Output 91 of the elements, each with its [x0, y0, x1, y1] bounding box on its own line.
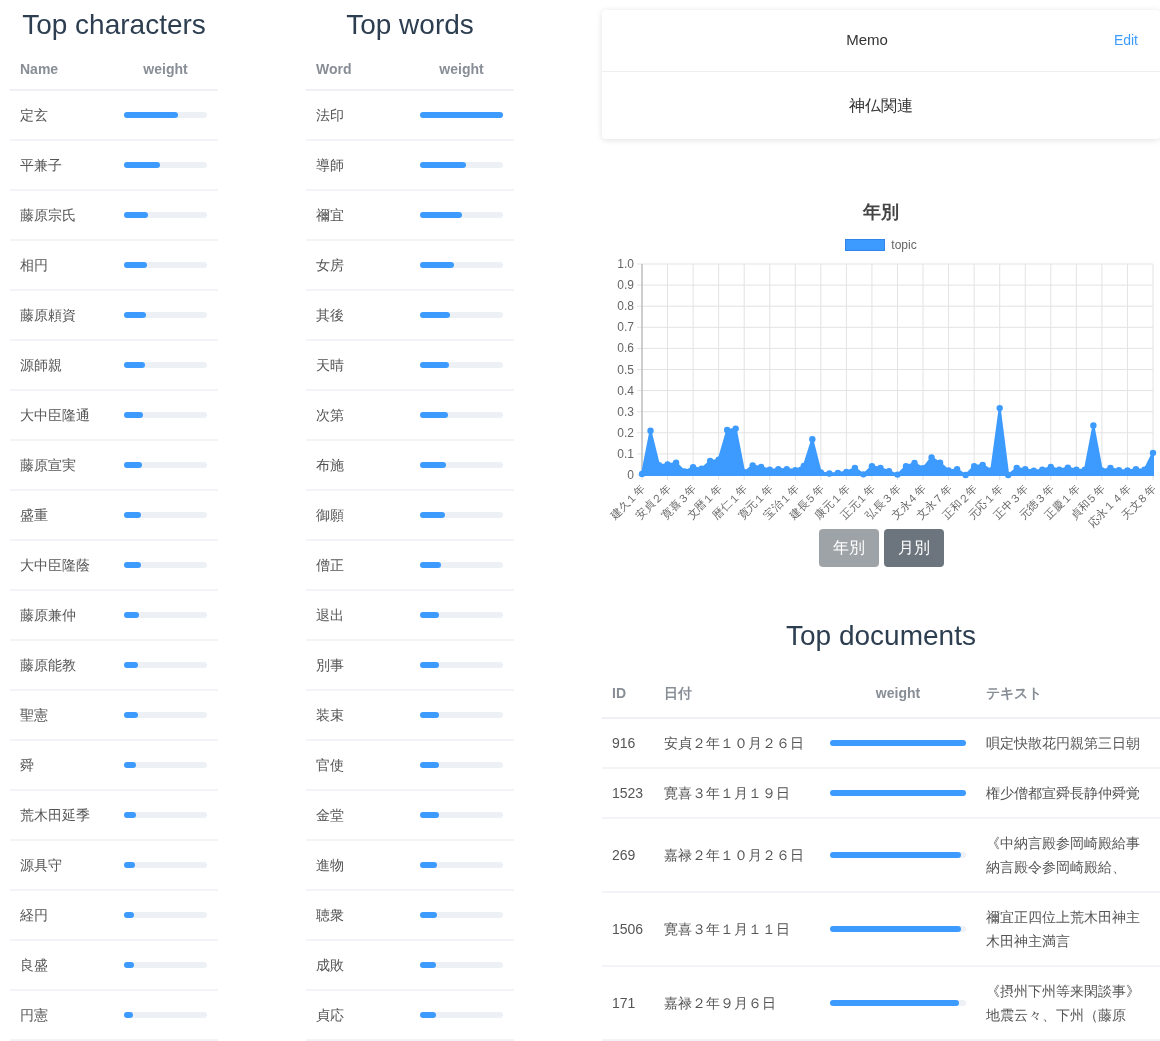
table-cell-text: 成敗: [315, 955, 345, 975]
table-cell-text: 安貞２年１０月２６日: [664, 733, 805, 753]
table-cell-text: 木田神主満言: [986, 932, 1071, 951]
table-cell-text: 女房: [315, 255, 345, 275]
table-cell-text: 貞応: [315, 1005, 345, 1025]
column-header: weight: [874, 683, 922, 703]
table-cell-text: 進物: [315, 855, 345, 875]
column-header: weight: [438, 60, 485, 79]
table-cell-text: 寛喜３年１月１１日: [664, 919, 791, 939]
axis-label: 0.2: [617, 425, 634, 440]
table-cell-text: 導師: [315, 155, 345, 175]
table-cell-text: 布施: [315, 455, 345, 475]
axis-label: 0.6: [617, 341, 634, 356]
table-cell-text: 聴衆: [315, 905, 345, 925]
table-cell-text: 官使: [315, 755, 345, 775]
column-header: ID: [611, 683, 627, 703]
table-cell-text: 金堂: [315, 805, 345, 825]
table-cell-text: 大中臣隆通: [19, 405, 91, 425]
table-cell-text: 禰宜正四位上荒木田神主: [986, 908, 1140, 927]
table-cell-text: 舜: [19, 755, 35, 775]
data-point: [638, 470, 646, 478]
memo-text: 神仏関連: [849, 95, 913, 116]
data-point: [1149, 449, 1157, 457]
table-cell-text: 聖憲: [19, 705, 49, 725]
table-cell-text: 退出: [315, 605, 345, 625]
table-cell-text: 1523: [611, 783, 645, 803]
table-cell-text: 嘉禄２年１０月２６日: [664, 845, 805, 865]
data-point: [809, 435, 816, 443]
table-cell-text: 藤原能教: [19, 655, 77, 675]
table-cell-text: 円憲: [19, 1005, 49, 1025]
table-cell-text: 御願: [315, 505, 345, 525]
table-cell-text: 藤原兼仲: [19, 605, 77, 625]
data-point: [1090, 422, 1097, 429]
axis-label: 0.4: [617, 383, 634, 398]
table-cell-text: 《中納言殿参岡崎殿給事: [986, 834, 1140, 853]
table-cell-text: 納言殿令参岡崎殿給、: [986, 858, 1127, 877]
column-header: テキスト: [986, 683, 1042, 703]
axis-label: 0.7: [617, 320, 634, 335]
chart-title: 年別: [862, 201, 900, 224]
table-cell-text: 藤原頼資: [19, 305, 77, 325]
table-cell-text: 次第: [315, 405, 345, 425]
axis-label: 0.9: [617, 278, 634, 293]
column-header: Name: [19, 60, 60, 79]
table-cell-text: 地震云々、下州（藤原: [986, 1006, 1127, 1025]
table-cell-text: 其後: [315, 305, 345, 325]
table-cell-text: 《摂州下州等来閑談事》: [986, 982, 1140, 1001]
edit-link[interactable]: Edit: [1113, 30, 1138, 51]
table-cell-text: 装束: [315, 705, 345, 725]
period-button[interactable]: 年別: [818, 529, 879, 567]
axis-label: 0: [627, 468, 634, 482]
table-title: Top words: [345, 8, 475, 42]
axis-label: 0.1: [617, 446, 634, 461]
legend-label: topic: [891, 237, 917, 254]
column-header: weight: [142, 60, 189, 79]
table-cell-text: 269: [611, 845, 637, 865]
axis-label: 0.5: [617, 362, 634, 377]
column-header: Word: [315, 60, 353, 79]
axis-label: 0.8: [617, 299, 634, 314]
memo-title: Memo: [846, 30, 889, 51]
table-cell-text: 寛喜３年１月１９日: [664, 783, 791, 803]
table-cell-text: 平兼子: [19, 155, 63, 175]
section-title: Top documents: [785, 619, 977, 653]
table-cell-text: 定玄: [19, 105, 49, 125]
table-cell-text: 171: [611, 993, 637, 1013]
table-cell-text: 916: [611, 733, 637, 753]
table-cell-text: 1506: [611, 919, 645, 939]
table-cell-text: 源具守: [19, 855, 63, 875]
table-title: Top characters: [21, 8, 207, 42]
table-cell-text: 別事: [315, 655, 345, 675]
table-cell-text: 藤原宣実: [19, 455, 77, 475]
table-cell-text: 権少僧都宣舜長静仲舜覚: [986, 784, 1140, 803]
table-cell-text: 藤原宗氏: [19, 205, 77, 225]
data-point: [996, 404, 1003, 412]
table-cell-text: 相円: [19, 255, 49, 275]
table-cell-text: 僧正: [315, 555, 345, 575]
period-button[interactable]: 月別: [883, 529, 944, 567]
table-cell-text: 良盛: [19, 955, 49, 975]
axis-label: 0.3: [617, 404, 634, 419]
table-cell-text: 盛重: [19, 505, 49, 525]
table-cell-text: 経円: [19, 905, 49, 925]
table-cell-text: 嘉禄２年９月６日: [664, 993, 777, 1013]
column-header: 日付: [664, 683, 693, 703]
table-cell-text: 唄定快散花円親第三日朝: [986, 734, 1140, 753]
axis-label: 1.0: [617, 258, 634, 271]
table-cell-text: 禰宜: [315, 205, 345, 225]
table-cell-text: 法印: [315, 105, 345, 125]
table-cell-text: 荒木田延季: [19, 805, 91, 825]
data-point: [647, 427, 654, 434]
table-cell-text: 天晴: [315, 355, 345, 375]
table-cell-text: 大中臣隆蔭: [19, 555, 91, 575]
table-cell-text: 源師親: [19, 355, 63, 375]
